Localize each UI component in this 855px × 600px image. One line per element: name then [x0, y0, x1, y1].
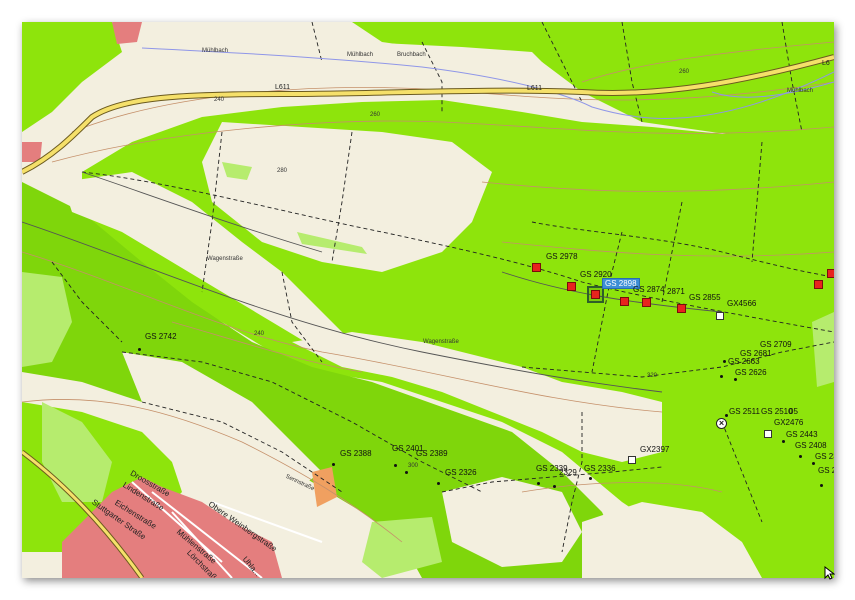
waypoint-dot[interactable] — [820, 484, 823, 487]
contour-label: 260 — [679, 69, 690, 75]
waypoint-marker[interactable] — [642, 298, 651, 307]
contour-label: 240 — [214, 97, 225, 103]
waypoint-label[interactable]: GS 2626 — [735, 368, 767, 377]
contour-label: 260 — [370, 112, 381, 118]
stream-label: Mühlbach — [347, 52, 374, 58]
waypoint-label[interactable]: GS 2336 — [584, 464, 616, 473]
waypoint-marker[interactable] — [827, 269, 834, 278]
waypoint-marker[interactable] — [677, 304, 686, 313]
stream-label: Bruchbach — [397, 52, 426, 58]
map-view[interactable]: L611 L611 L6 Wagenstraße Wagenstraße Sen… — [22, 22, 834, 578]
waypoint-label[interactable]: GS 2389 — [416, 449, 448, 458]
waypoint-marker[interactable] — [814, 280, 823, 289]
waypoint-marker-white[interactable] — [716, 312, 724, 320]
waypoint-label[interactable]: GX2397 — [640, 445, 669, 454]
waypoint-label[interactable]: GS 2978 — [546, 252, 578, 261]
road-label-l611: L611 — [275, 84, 291, 91]
waypoint-dot[interactable] — [725, 414, 728, 417]
waypoint-label[interactable]: GS 2443 — [786, 430, 818, 439]
road-label-l611: L6 — [822, 60, 830, 67]
waypoint-label[interactable]: GS 2511 — [729, 407, 760, 416]
road-label-wagenstrasse: Wagenstraße — [423, 339, 459, 345]
waypoint-label[interactable]: GS 2408 — [795, 441, 827, 450]
waypoint-label[interactable]: GX4566 — [727, 299, 756, 308]
waypoint-dot[interactable] — [537, 482, 540, 485]
road-label-l611: L611 — [527, 85, 543, 92]
waypoint-label[interactable]: GS 2388 — [340, 449, 372, 458]
waypoint-dot[interactable] — [553, 485, 556, 488]
waypoint-dot[interactable] — [812, 462, 815, 465]
contour-label: 320 — [647, 373, 658, 379]
waypoint-marker-white[interactable] — [628, 456, 636, 464]
waypoint-dot[interactable] — [332, 463, 335, 466]
waypoint-label[interactable]: GX2476 — [774, 418, 803, 427]
contour-label: 280 — [277, 168, 288, 174]
waypoint-label[interactable]: GS 2855 — [689, 293, 721, 302]
road-label-wagenstrasse: Wagenstraße — [207, 256, 243, 262]
stream-label: Mühlbach — [202, 48, 229, 54]
selected-waypoint-marker[interactable] — [591, 290, 600, 299]
waypoint-label[interactable]: GS 2326 — [445, 468, 477, 477]
waypoint-label[interactable]: GS 2874 — [633, 285, 665, 294]
waypoint-label[interactable]: 2329 — [559, 468, 577, 477]
waypoint-dot[interactable] — [782, 440, 785, 443]
waypoint-dot[interactable] — [437, 482, 440, 485]
mouse-pointer-icon — [824, 566, 835, 580]
waypoint-label[interactable]: GS 2510 — [761, 407, 793, 416]
waypoint-dot[interactable] — [138, 348, 141, 351]
crosshair-x-icon[interactable]: × — [716, 418, 727, 429]
contour-label: 240 — [254, 331, 265, 337]
waypoint-label[interactable]: GS 2663 — [728, 357, 760, 366]
waypoint-marker[interactable] — [532, 263, 541, 272]
waypoint-dot[interactable] — [734, 378, 737, 381]
waypoint-dot[interactable] — [589, 477, 592, 480]
waypoint-dot[interactable] — [405, 471, 408, 474]
waypoint-label[interactable]: GS 2 — [818, 466, 834, 475]
waypoint-marker[interactable] — [620, 297, 629, 306]
waypoint-dot[interactable] — [723, 360, 726, 363]
waypoint-label[interactable]: 05 — [789, 407, 798, 416]
contour-label: 300 — [408, 463, 419, 469]
waypoint-marker[interactable] — [567, 282, 576, 291]
waypoint-dot[interactable] — [394, 464, 397, 467]
waypoint-label[interactable]: GS 2709 — [760, 340, 792, 349]
waypoint-label[interactable]: 2871 — [667, 287, 685, 296]
waypoint-dot[interactable] — [799, 455, 802, 458]
waypoint-label[interactable]: GS 2742 — [145, 332, 177, 341]
waypoint-marker-white[interactable] — [764, 430, 772, 438]
stream-label: Mühlbach — [787, 88, 814, 94]
waypoint-dot[interactable] — [720, 375, 723, 378]
waypoint-label[interactable]: GS 23 — [815, 452, 834, 461]
